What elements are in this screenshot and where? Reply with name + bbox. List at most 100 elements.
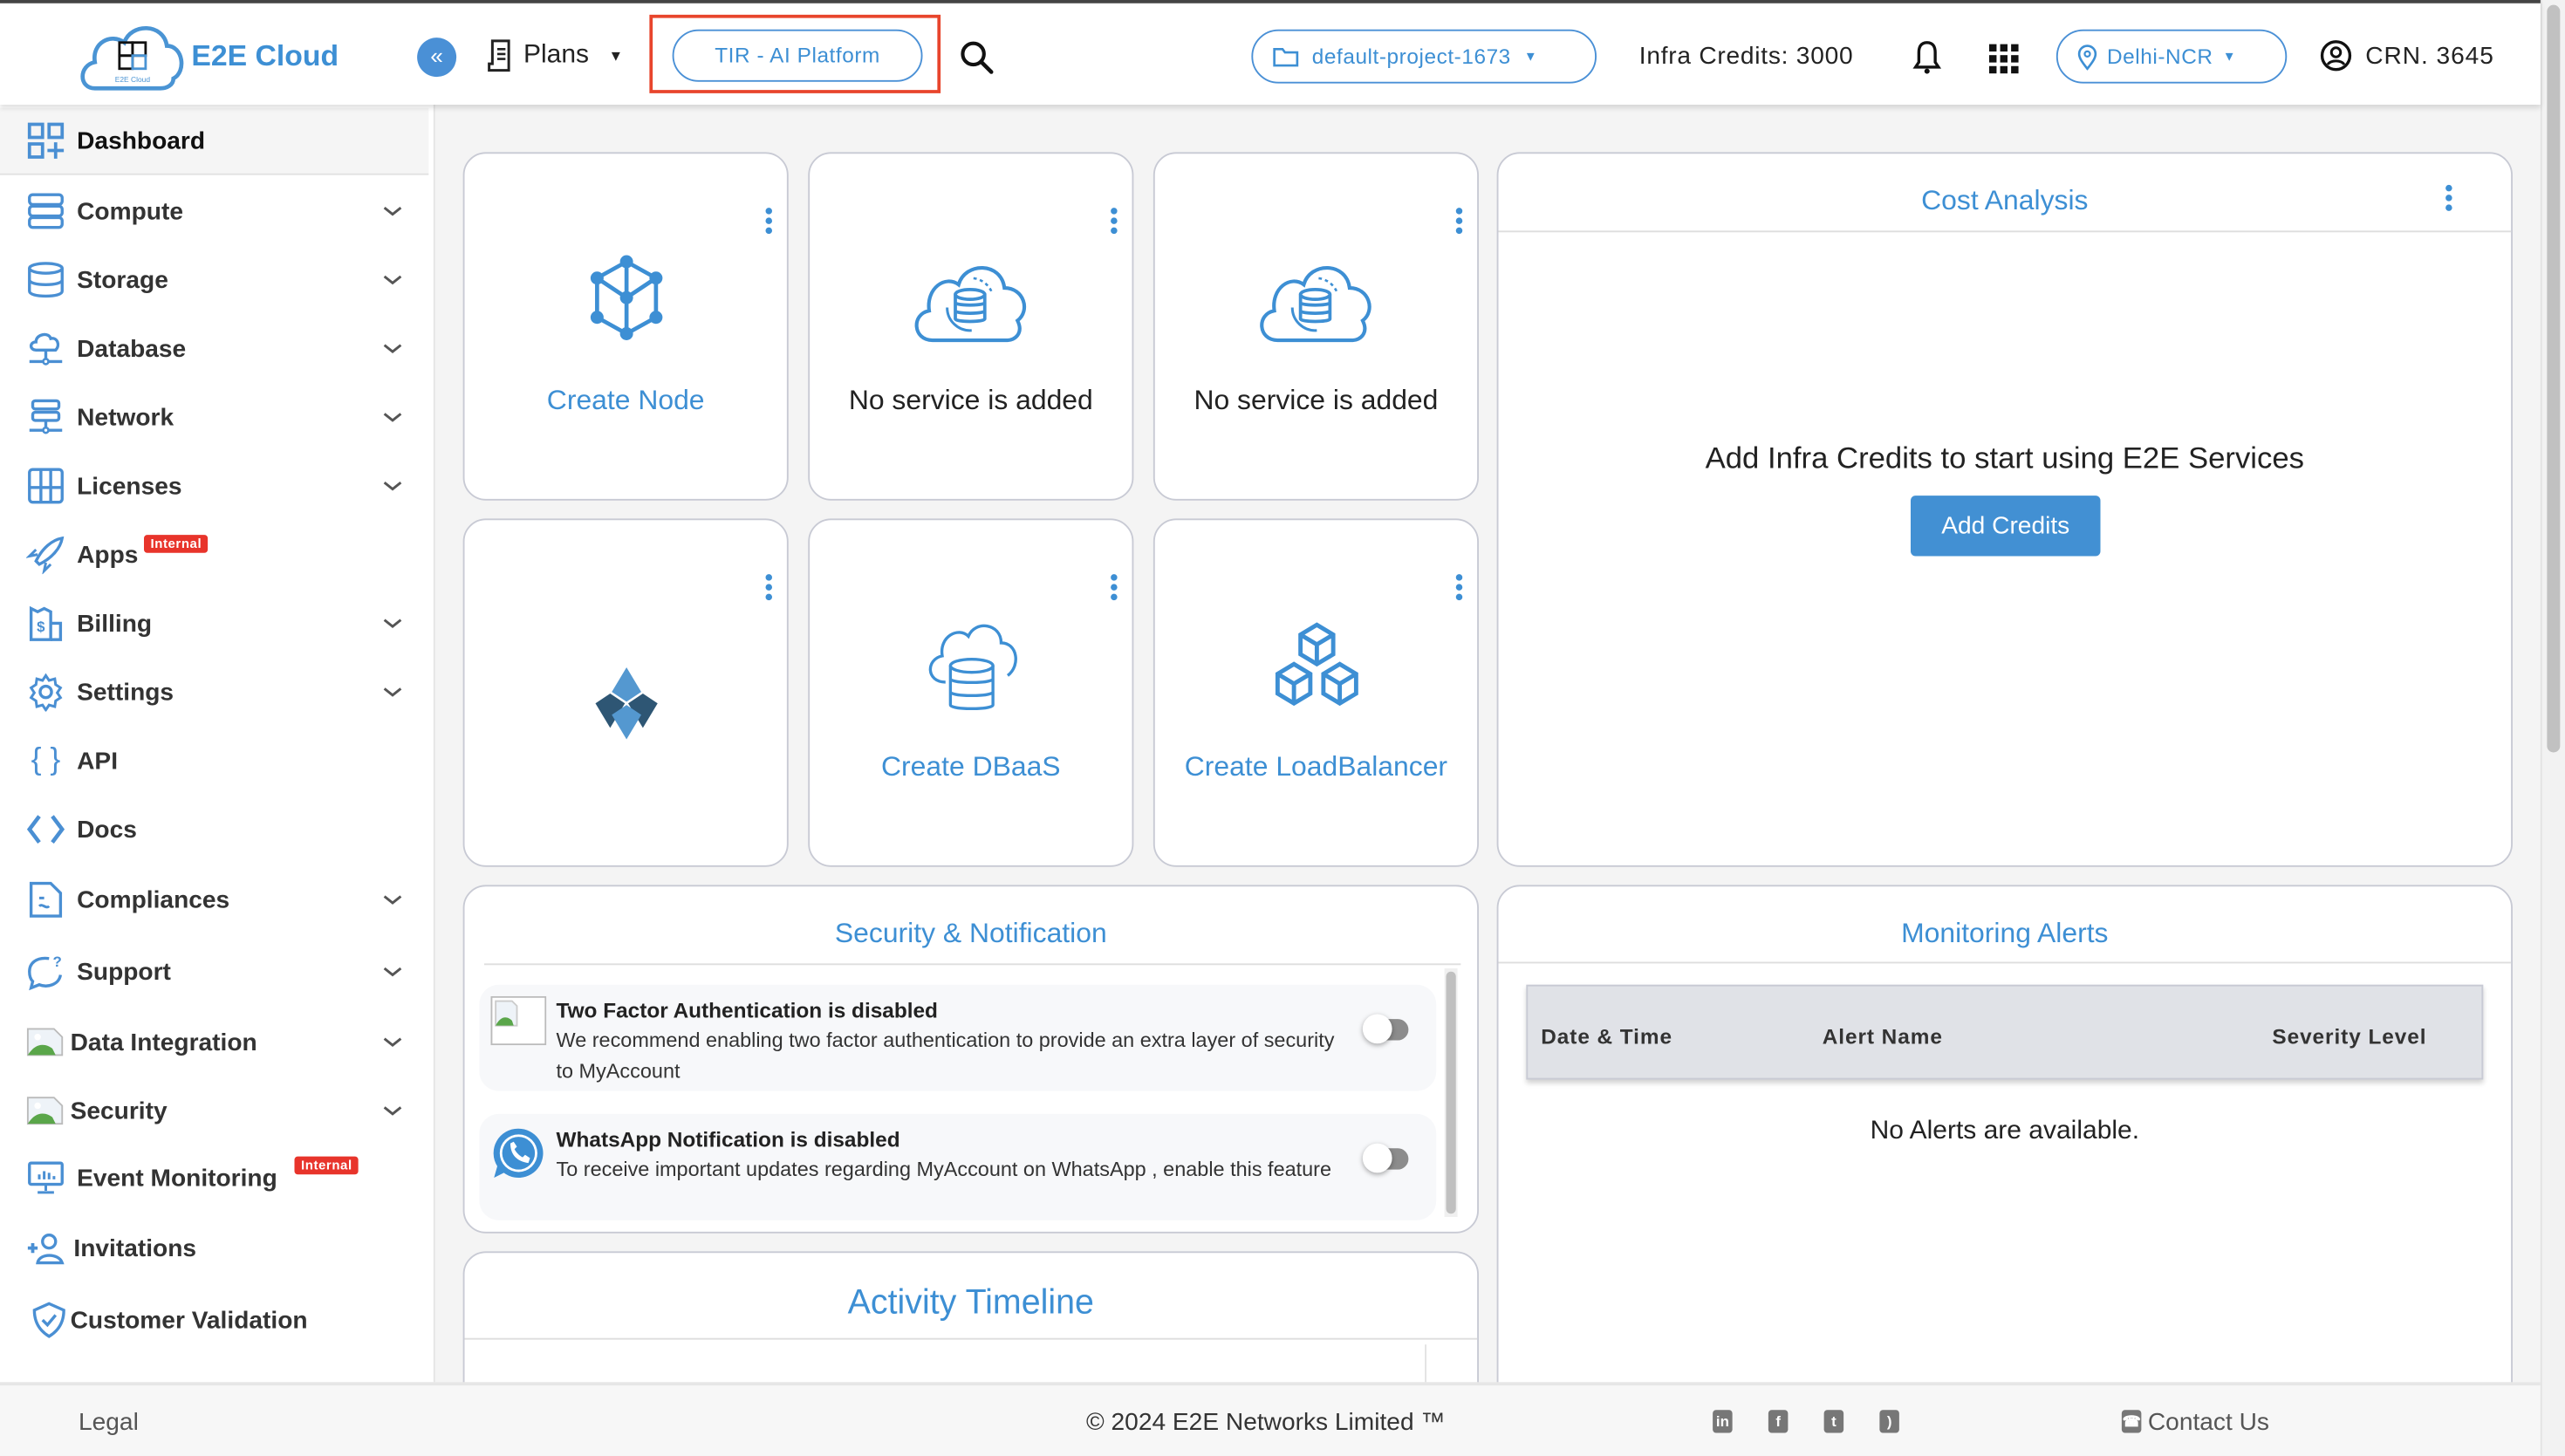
sidebar-item-network[interactable]: Network <box>0 385 428 450</box>
license-grid-icon <box>28 468 64 504</box>
chevron-down-icon <box>383 413 402 422</box>
monitoring-alerts-panel: Monitoring Alerts Date & Time Alert Name… <box>1496 885 2513 1409</box>
sidebar-item-database[interactable]: Database <box>0 316 428 381</box>
tile-label: No service is added <box>1194 384 1439 416</box>
tile-label[interactable]: Create Node <box>465 385 787 418</box>
sidebar-item-api[interactable]: { } API <box>0 728 428 793</box>
page-scrollbar-thumb[interactable] <box>2547 4 2561 753</box>
cubes-icon <box>1275 622 1358 707</box>
cost-analysis-panel: Cost Analysis Add Infra Credits to start… <box>1496 152 2513 867</box>
sidebar-item-compliances[interactable]: Compliances <box>0 867 428 933</box>
divider <box>1498 961 2512 964</box>
page-scrollbar[interactable] <box>2540 0 2565 1456</box>
caret-down-icon: ▼ <box>2222 49 2237 65</box>
cloud-network-icon <box>29 332 63 366</box>
collapse-sidebar-button[interactable]: « <box>417 38 457 78</box>
add-credits-button[interactable]: Add Credits <box>1911 496 2101 557</box>
kebab-menu-icon[interactable] <box>1109 208 1118 237</box>
dashboard-icon <box>27 122 65 159</box>
sidebar-label: Data Integration <box>70 1028 257 1056</box>
sidebar-item-licenses[interactable]: Licenses <box>0 453 428 518</box>
node-cube-icon <box>589 255 662 340</box>
whatsapp-toggle[interactable] <box>1362 1143 1412 1173</box>
notifications-scrollbar[interactable] <box>1444 968 1458 1217</box>
two-factor-toggle[interactable] <box>1362 1014 1412 1044</box>
diamond-logo-icon <box>594 667 657 740</box>
tile-create-dbaas[interactable]: Create DBaaS <box>808 518 1134 867</box>
account-menu[interactable]: CRN. 3645 <box>2320 39 2494 72</box>
project-selector[interactable]: default-project-1673 ▼ <box>1251 29 1597 84</box>
panel-title: Activity Timeline <box>847 1283 1094 1322</box>
rocket-icon <box>26 536 65 575</box>
kebab-menu-icon[interactable] <box>1109 574 1118 604</box>
kebab-menu-icon[interactable] <box>1454 574 1464 604</box>
sidebar-item-event-monitoring[interactable]: Event Monitoring Internal <box>0 1145 428 1211</box>
tile-label[interactable]: Create DBaaS <box>810 751 1132 784</box>
region-selector[interactable]: Delhi-NCR ▼ <box>2055 29 2288 84</box>
apps-grid-icon[interactable] <box>1987 43 2021 76</box>
monitor-icon <box>28 1161 64 1194</box>
tile-create-loadbalancer[interactable]: Create LoadBalancer <box>1153 518 1479 867</box>
plans-menu[interactable]: Plans ▼ <box>488 39 623 72</box>
svg-text:?: ? <box>52 954 61 970</box>
broken-image-icon <box>490 995 547 1046</box>
notification-bell-icon[interactable] <box>1911 39 1944 75</box>
sidebar-item-security[interactable]: Security <box>0 1078 428 1144</box>
facebook-icon[interactable]: f <box>1768 1410 1789 1433</box>
sidebar-label: Apps <box>77 540 139 569</box>
sidebar-item-settings[interactable]: Settings <box>0 660 428 725</box>
sidebar-label: Settings <box>77 678 174 707</box>
sidebar-item-invitations[interactable]: Invitations <box>0 1215 428 1281</box>
logo-caption: E2E Cloud <box>115 75 151 84</box>
notification-description: To receive important updates regarding M… <box>556 1158 1332 1181</box>
sidebar-label: Support <box>77 957 171 986</box>
broken-image-icon <box>26 1097 64 1125</box>
sidebar-label: Dashboard <box>77 126 206 155</box>
notification-description: We recommend enabling two factor authent… <box>556 1029 1335 1083</box>
sidebar-item-compute[interactable]: Compute <box>0 178 428 243</box>
chevron-down-icon <box>383 1106 402 1116</box>
chevron-down-icon <box>383 481 402 491</box>
tile-label: No service is added <box>848 384 1093 416</box>
sidebar-label: Database <box>77 334 187 363</box>
e2e-cloud-logo[interactable]: E2E Cloud <box>75 17 189 95</box>
legal-link[interactable]: Legal <box>79 1408 139 1436</box>
kebab-menu-icon[interactable] <box>764 574 774 604</box>
sidebar-item-dashboard[interactable]: Dashboard <box>0 107 429 175</box>
shield-check-icon <box>32 1302 65 1338</box>
rss-icon[interactable]: ) <box>1879 1410 1899 1433</box>
linkedin-icon[interactable]: in <box>1713 1410 1733 1433</box>
notification-title: WhatsApp Notification is disabled <box>556 1126 900 1152</box>
sidebar-item-customer-validation[interactable]: Customer Validation <box>0 1288 428 1353</box>
tile-label[interactable]: Create LoadBalancer <box>1155 751 1477 784</box>
svg-text:$: $ <box>37 619 45 635</box>
tir-ai-platform-button[interactable]: TIR - AI Platform <box>672 29 923 82</box>
search-icon[interactable] <box>959 39 995 75</box>
billing-icon: $ <box>29 605 63 641</box>
contact-us-link[interactable]: Contact Us <box>2148 1408 2269 1436</box>
sidebar-item-docs[interactable]: Docs <box>0 796 428 862</box>
chevron-down-icon <box>383 687 402 697</box>
column-header-alert-name[interactable]: Alert Name <box>1823 1024 1943 1049</box>
brand-name: E2E Cloud <box>191 39 339 72</box>
kebab-menu-icon[interactable] <box>1454 208 1464 237</box>
sidebar-item-apps[interactable]: Apps Internal <box>0 522 428 587</box>
sidebar-label: Compliances <box>77 885 230 914</box>
kebab-menu-icon[interactable] <box>764 208 774 237</box>
panel-title: Monitoring Alerts <box>1901 917 2109 949</box>
column-header-date-time[interactable]: Date & Time <box>1541 1024 1672 1049</box>
sidebar-item-billing[interactable]: $ Billing <box>0 591 428 656</box>
twitter-icon[interactable]: t <box>1823 1410 1844 1433</box>
sidebar-item-data-integration[interactable]: Data Integration <box>0 1009 428 1075</box>
column-header-severity[interactable]: Severity Level <box>2272 1024 2426 1049</box>
sidebar-item-storage[interactable]: Storage <box>0 247 428 312</box>
security-notification-panel: Security & Notification Two Factor Authe… <box>462 885 1479 1234</box>
database-stack-icon <box>28 262 64 298</box>
sidebar-label: Storage <box>77 265 168 294</box>
user-circle-icon <box>2320 40 2352 72</box>
chevron-down-icon <box>383 206 402 216</box>
sidebar-item-support[interactable]: ? Support <box>0 939 428 1004</box>
tile-create-node[interactable]: Create Node <box>462 152 789 501</box>
kebab-menu-icon[interactable] <box>2444 184 2453 215</box>
tile-diamond-service[interactable] <box>462 518 789 867</box>
